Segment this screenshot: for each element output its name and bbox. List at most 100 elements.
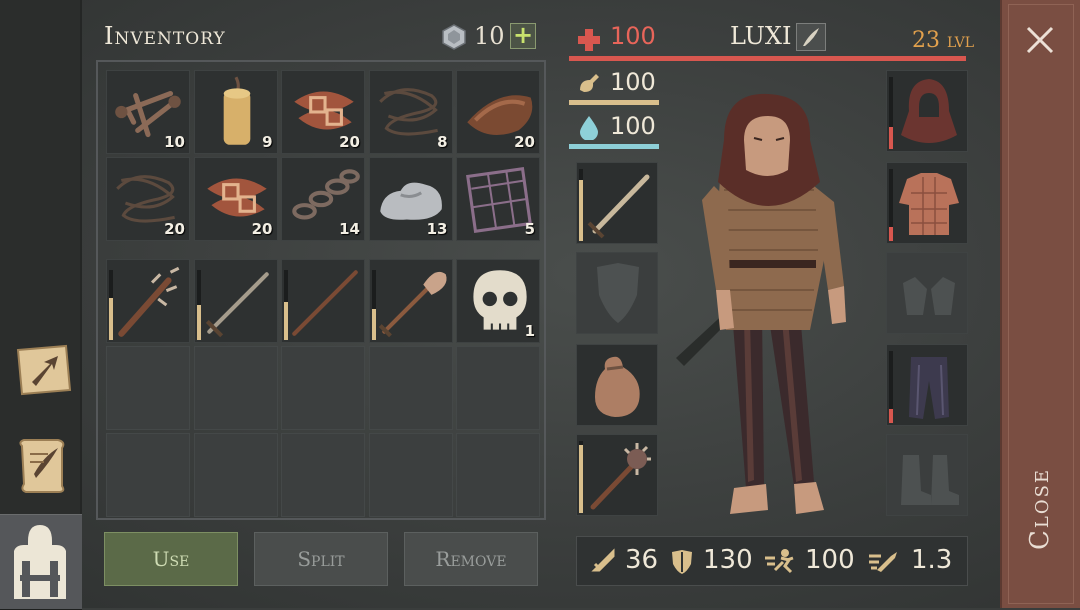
crafting-map-icon bbox=[16, 344, 72, 396]
scroll-quill-icon bbox=[19, 439, 65, 493]
inventory-slot[interactable]: 13 bbox=[368, 157, 453, 241]
equipment-slot[interactable] bbox=[886, 162, 968, 244]
tab-crafting[interactable] bbox=[6, 334, 74, 402]
stats-bar: 36 130 100 1.3 bbox=[576, 536, 968, 586]
empty-shield-slot-icon bbox=[597, 263, 639, 323]
equipped-pants-icon bbox=[909, 357, 949, 419]
inventory-slot[interactable]: 1 bbox=[456, 259, 540, 343]
item-count: 5 bbox=[524, 220, 535, 238]
left-tab-strip bbox=[0, 0, 82, 610]
inventory-slot[interactable]: 10 bbox=[106, 70, 190, 154]
inventory-slot[interactable]: 5 bbox=[456, 157, 540, 241]
durability-bar bbox=[889, 351, 893, 423]
staff-icon bbox=[292, 270, 358, 336]
durability-bar bbox=[889, 169, 893, 241]
durability-bar bbox=[196, 270, 201, 340]
remove-button[interactable]: Remove bbox=[404, 532, 538, 586]
currency-count: 10 bbox=[474, 22, 505, 50]
spiked-club-icon bbox=[118, 266, 180, 337]
inventory-slot[interactable] bbox=[281, 433, 365, 517]
rename-button[interactable] bbox=[796, 23, 826, 51]
equipment-slot[interactable] bbox=[886, 344, 968, 426]
health-cross-icon bbox=[578, 29, 600, 51]
item-count: 20 bbox=[514, 133, 535, 151]
quill-icon bbox=[803, 28, 819, 46]
speed-icon bbox=[765, 549, 794, 574]
attack-speed-icon bbox=[869, 552, 897, 572]
item-count: 20 bbox=[251, 220, 273, 238]
health-value: 100 bbox=[610, 22, 656, 50]
item-count: 20 bbox=[164, 220, 185, 238]
equipped-hood-icon bbox=[901, 79, 957, 143]
use-button[interactable]: Use bbox=[104, 532, 238, 586]
inventory-slot[interactable] bbox=[456, 433, 540, 517]
inventory-slot[interactable]: 20 bbox=[281, 70, 365, 154]
inventory-slot[interactable] bbox=[106, 433, 190, 517]
close-icon[interactable] bbox=[1022, 22, 1058, 58]
inventory-slot[interactable] bbox=[368, 433, 453, 517]
durability-bar bbox=[284, 270, 288, 340]
inventory-slot[interactable] bbox=[281, 259, 365, 343]
food-icon bbox=[580, 74, 599, 92]
split-button[interactable]: Split bbox=[254, 532, 388, 586]
hunger-bar bbox=[569, 100, 659, 105]
durability-bar bbox=[889, 77, 893, 149]
attack-speed-value: 1.3 bbox=[911, 545, 953, 575]
empty-boots-slot-icon bbox=[901, 455, 959, 505]
sword-icon bbox=[205, 272, 269, 338]
level-unit: LVL bbox=[947, 35, 975, 51]
item-count: 14 bbox=[339, 220, 360, 238]
inventory-slot[interactable] bbox=[106, 346, 190, 430]
equipment-slot[interactable] bbox=[576, 344, 658, 426]
level-indicator: 23 LVL bbox=[912, 28, 974, 53]
equipment-slot[interactable] bbox=[576, 162, 658, 244]
inventory-slot[interactable]: 14 bbox=[281, 157, 365, 241]
backpack-icon bbox=[14, 525, 66, 599]
item-count: 1 bbox=[524, 322, 535, 340]
inventory-slot[interactable] bbox=[368, 259, 453, 343]
equipment-slot[interactable] bbox=[886, 252, 968, 334]
add-currency-button[interactable]: + bbox=[510, 23, 536, 49]
inventory-slot[interactable] bbox=[368, 346, 453, 430]
equipment-slot[interactable] bbox=[576, 434, 658, 516]
inventory-slot[interactable] bbox=[193, 433, 278, 517]
thirst-bar bbox=[569, 144, 659, 149]
equipment-slot[interactable] bbox=[576, 252, 658, 334]
close-label: Close bbox=[1025, 467, 1055, 550]
equipment-slot[interactable] bbox=[886, 70, 968, 152]
defense-value: 130 bbox=[703, 545, 753, 575]
inventory-slot[interactable]: 20 bbox=[456, 70, 540, 154]
equipped-sword-icon bbox=[587, 174, 650, 239]
inventory-slot[interactable] bbox=[193, 346, 278, 430]
item-count: 9 bbox=[262, 133, 273, 151]
health-bar bbox=[569, 56, 966, 61]
empty-gloves-slot-icon bbox=[903, 277, 955, 315]
speed-value: 100 bbox=[805, 545, 855, 575]
equipped-bag-icon bbox=[595, 356, 640, 417]
durability-bar bbox=[579, 441, 583, 513]
attack-value: 36 bbox=[625, 545, 659, 575]
equipment-slot[interactable] bbox=[886, 434, 968, 516]
durability-bar bbox=[579, 169, 583, 241]
inventory-slot[interactable]: 20 bbox=[193, 157, 278, 241]
inventory-slot[interactable] bbox=[281, 346, 365, 430]
inventory-slot[interactable] bbox=[456, 346, 540, 430]
durability-bar bbox=[371, 270, 376, 340]
tab-quests[interactable] bbox=[6, 428, 74, 496]
inventory-slot[interactable]: 20 bbox=[106, 157, 190, 241]
level-value: 23 bbox=[912, 28, 940, 53]
inventory-title: Inventory bbox=[104, 22, 226, 50]
item-count: 20 bbox=[339, 133, 360, 151]
inventory-slot[interactable]: 8 bbox=[368, 70, 453, 154]
equipped-tunic-icon bbox=[899, 173, 959, 235]
defense-icon bbox=[672, 550, 692, 574]
character-model[interactable] bbox=[664, 90, 874, 520]
durability-bar bbox=[109, 270, 113, 340]
inventory-slot[interactable]: 9 bbox=[193, 70, 278, 154]
item-count: 8 bbox=[437, 133, 448, 151]
attack-icon bbox=[591, 548, 615, 572]
inventory-slot[interactable] bbox=[193, 259, 278, 343]
silver-coin-icon bbox=[442, 24, 466, 50]
inventory-slot[interactable] bbox=[106, 259, 190, 343]
tab-inventory[interactable] bbox=[0, 514, 82, 610]
